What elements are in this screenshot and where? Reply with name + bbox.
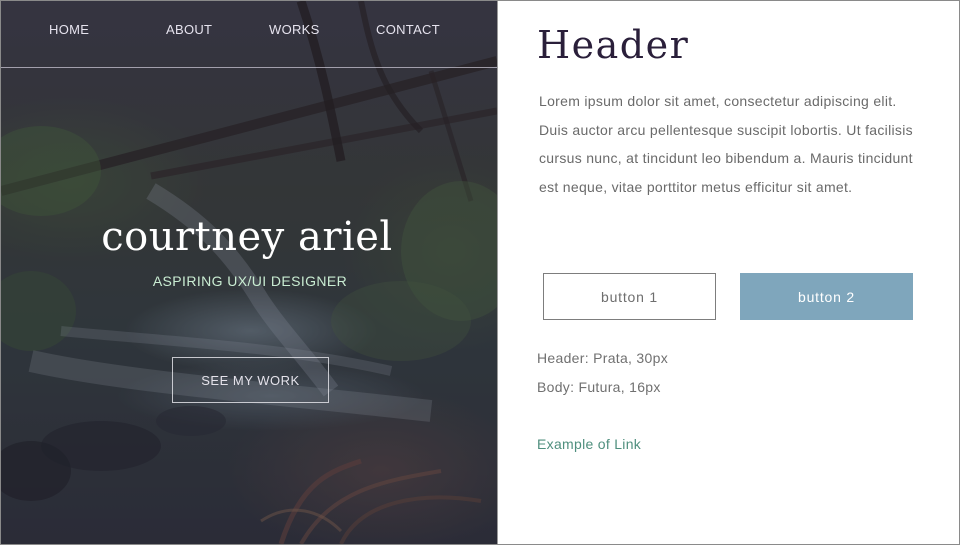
style-guide-panel: Header Lorem ipsum dolor sit amet, conse… [498,1,959,544]
top-nav: HOME ABOUT WORKS CONTACT [1,1,497,67]
hero-subtitle: ASPIRING UX/UI DESIGNER [152,273,348,289]
nav-home-link[interactable]: HOME [49,22,89,37]
header-font-spec: Header: Prata, 30px [537,350,668,366]
nav-divider [1,67,497,68]
body-font-spec: Body: Futura, 16px [537,379,661,395]
example-link[interactable]: Example of Link [537,436,641,452]
button-1[interactable]: button 1 [543,273,716,320]
see-my-work-button[interactable]: SEE MY WORK [172,357,329,403]
nav-contact-link[interactable]: CONTACT [376,22,440,37]
style-guide-page: HOME ABOUT WORKS CONTACT courtney ariel … [0,0,960,545]
hero-section: HOME ABOUT WORKS CONTACT courtney ariel … [1,1,497,544]
header-sample: Header [537,23,690,67]
nav-works-link[interactable]: WORKS [269,22,320,37]
body-text-sample: Lorem ipsum dolor sit amet, consectetur … [539,93,913,195]
button-2[interactable]: button 2 [740,273,913,320]
nav-about-link[interactable]: ABOUT [166,22,212,37]
hero-name-heading: courtney ariel [101,214,393,260]
